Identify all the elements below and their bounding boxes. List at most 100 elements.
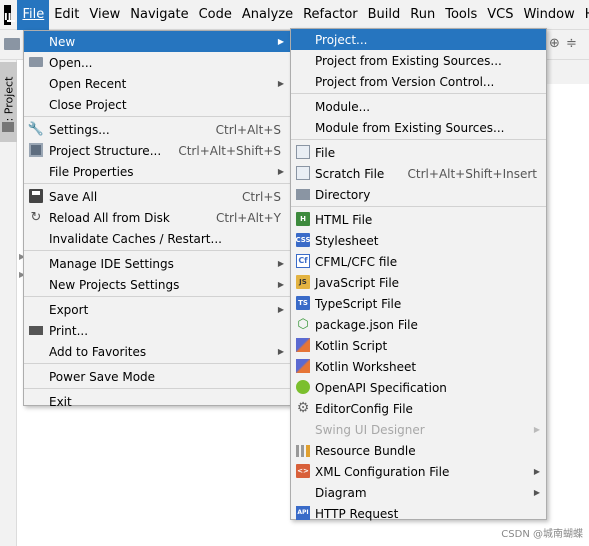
menu-item-editorconfig[interactable]: ⚙ EditorConfig File [291, 398, 546, 419]
menu-item-directory[interactable]: Directory [291, 184, 546, 205]
menu-run[interactable]: Run [405, 0, 440, 30]
menu-edit[interactable]: Edit [49, 0, 84, 30]
shortcut-label: Ctrl+Alt+Shift+Insert [407, 166, 537, 181]
folder-open-icon [29, 57, 43, 67]
xml-file-icon: <> [296, 464, 310, 478]
menu-item-new-project[interactable]: Project... [291, 29, 546, 50]
menu-tools[interactable]: Tools [440, 0, 482, 30]
submenu-arrow-icon: ▶ [533, 488, 540, 497]
menu-item-file-properties[interactable]: File Properties ▶ [24, 161, 290, 182]
submenu-arrow-icon: ▶ [277, 259, 284, 268]
menu-file[interactable]: File [17, 0, 50, 30]
kotlin-icon [296, 338, 310, 352]
css-file-icon: CSS [295, 233, 311, 247]
gear-icon: ⚙ [296, 400, 310, 416]
intellij-logo-icon: IJ [4, 4, 16, 25]
collapse-icon[interactable]: ≑ [566, 36, 580, 51]
folder-icon [2, 122, 14, 132]
menu-item-open[interactable]: Open... [24, 52, 290, 73]
file-icon [296, 145, 310, 159]
submenu-arrow-icon: ▶ [277, 347, 284, 356]
menu-item-openapi[interactable]: OpenAPI Specification [291, 377, 546, 398]
menu-item-project-from-existing[interactable]: Project from Existing Sources... [291, 50, 546, 71]
menubar: IJ File Edit View Navigate Code Analyze … [0, 0, 589, 30]
menu-item-html-file[interactable]: H HTML File [291, 209, 546, 230]
watermark: CSDN @城南蝴蝶 [501, 529, 583, 540]
menu-refactor[interactable]: Refactor [298, 0, 363, 30]
print-icon [29, 326, 43, 335]
menu-item-stylesheet[interactable]: CSS Stylesheet [291, 230, 546, 251]
submenu-arrow-icon: ▶ [533, 425, 540, 434]
menu-item-power-save-mode[interactable]: Power Save Mode [24, 366, 290, 387]
menu-item-export[interactable]: Export ▶ [24, 299, 290, 320]
menu-item-cfml-file[interactable]: Cf CFML/CFC file [291, 251, 546, 272]
menu-view[interactable]: View [84, 0, 125, 30]
menu-item-typescript-file[interactable]: TS TypeScript File [291, 293, 546, 314]
project-tool-tab-label: 1: Project [2, 76, 15, 128]
project-folder-icon[interactable] [4, 38, 20, 50]
menu-item-xml-configuration[interactable]: <> XML Configuration File ▶ [291, 461, 546, 482]
new-submenu: Project... Project from Existing Sources… [290, 28, 547, 521]
menu-item-package-json[interactable]: ⬡ package.json File [291, 314, 546, 335]
menu-item-reload-all[interactable]: ↻ Reload All from Disk Ctrl+Alt+Y [24, 207, 290, 228]
editor-header [546, 60, 589, 84]
scratch-file-icon [296, 166, 310, 180]
openapi-icon [296, 380, 310, 394]
submenu-arrow-icon: ▶ [277, 167, 284, 176]
kotlin-icon [296, 359, 310, 373]
save-icon [29, 189, 43, 203]
menu-item-resource-bundle[interactable]: Resource Bundle [291, 440, 546, 461]
menu-item-new-projects-settings[interactable]: New Projects Settings ▶ [24, 274, 290, 295]
menu-code[interactable]: Code [194, 0, 237, 30]
menu-window[interactable]: Window [518, 0, 579, 30]
menu-item-print[interactable]: Print... [24, 320, 290, 341]
typescript-file-icon: TS [296, 296, 310, 310]
menu-item-project-from-vcs[interactable]: Project from Version Control... [291, 71, 546, 92]
menu-build[interactable]: Build [363, 0, 406, 30]
menu-item-manage-ide-settings[interactable]: Manage IDE Settings ▶ [24, 253, 290, 274]
menu-item-project-structure[interactable]: Project Structure... Ctrl+Alt+Shift+S [24, 140, 290, 161]
menu-item-save-all[interactable]: Save All Ctrl+S [24, 186, 290, 207]
submenu-arrow-icon: ▶ [277, 79, 284, 88]
menu-item-new[interactable]: New ▶ [24, 31, 290, 52]
cfml-file-icon: Cf [296, 254, 310, 268]
menu-item-swing-ui-designer: Swing UI Designer ▶ [291, 419, 546, 440]
project-structure-icon [29, 143, 43, 157]
shortcut-label: Ctrl+Alt+Y [215, 210, 281, 225]
menu-item-kotlin-worksheet[interactable]: Kotlin Worksheet [291, 356, 546, 377]
menu-item-settings[interactable]: 🔧 Settings... Ctrl+Alt+S [24, 119, 290, 140]
menu-analyze[interactable]: Analyze [237, 0, 298, 30]
menu-item-scratch-file[interactable]: Scratch File Ctrl+Alt+Shift+Insert [291, 163, 546, 184]
nodejs-icon: ⬡ [297, 316, 309, 332]
locate-icon[interactable]: ⊕ [549, 36, 563, 51]
menu-navigate[interactable]: Navigate [125, 0, 193, 30]
menu-help[interactable]: He [580, 0, 589, 30]
menu-item-javascript-file[interactable]: JS JavaScript File [291, 272, 546, 293]
directory-icon [296, 189, 310, 200]
file-menu: New ▶ Open... Open Recent ▶ Close Projec… [23, 30, 291, 409]
html-file-icon: H [296, 212, 310, 226]
menu-vcs[interactable]: VCS [482, 0, 518, 30]
shortcut-label: Ctrl+Alt+Shift+S [178, 143, 281, 158]
menu-item-file[interactable]: File [291, 142, 546, 163]
menu-item-open-recent[interactable]: Open Recent ▶ [24, 73, 290, 94]
resource-bundle-icon [296, 445, 310, 457]
menu-item-http-request[interactable]: API HTTP Request [291, 503, 546, 524]
shortcut-label: Ctrl+S [241, 189, 281, 204]
menu-item-module-from-existing[interactable]: Module from Existing Sources... [291, 117, 546, 138]
api-icon: API [296, 506, 310, 520]
submenu-arrow-icon: ▶ [533, 467, 540, 476]
menu-item-exit[interactable]: Exit [24, 391, 290, 412]
menu-item-invalidate-caches[interactable]: Invalidate Caches / Restart... [24, 228, 290, 249]
menu-item-close-project[interactable]: Close Project [24, 94, 290, 115]
javascript-file-icon: JS [296, 275, 310, 289]
submenu-arrow-icon: ▶ [277, 37, 284, 46]
wrench-icon: 🔧 [27, 121, 45, 137]
menu-item-diagram[interactable]: Diagram ▶ [291, 482, 546, 503]
menu-item-module[interactable]: Module... [291, 96, 546, 117]
menu-item-kotlin-script[interactable]: Kotlin Script [291, 335, 546, 356]
submenu-arrow-icon: ▶ [277, 305, 284, 314]
menu-item-add-to-favorites[interactable]: Add to Favorites ▶ [24, 341, 290, 362]
submenu-arrow-icon: ▶ [277, 280, 284, 289]
reload-icon: ↻ [30, 209, 42, 225]
